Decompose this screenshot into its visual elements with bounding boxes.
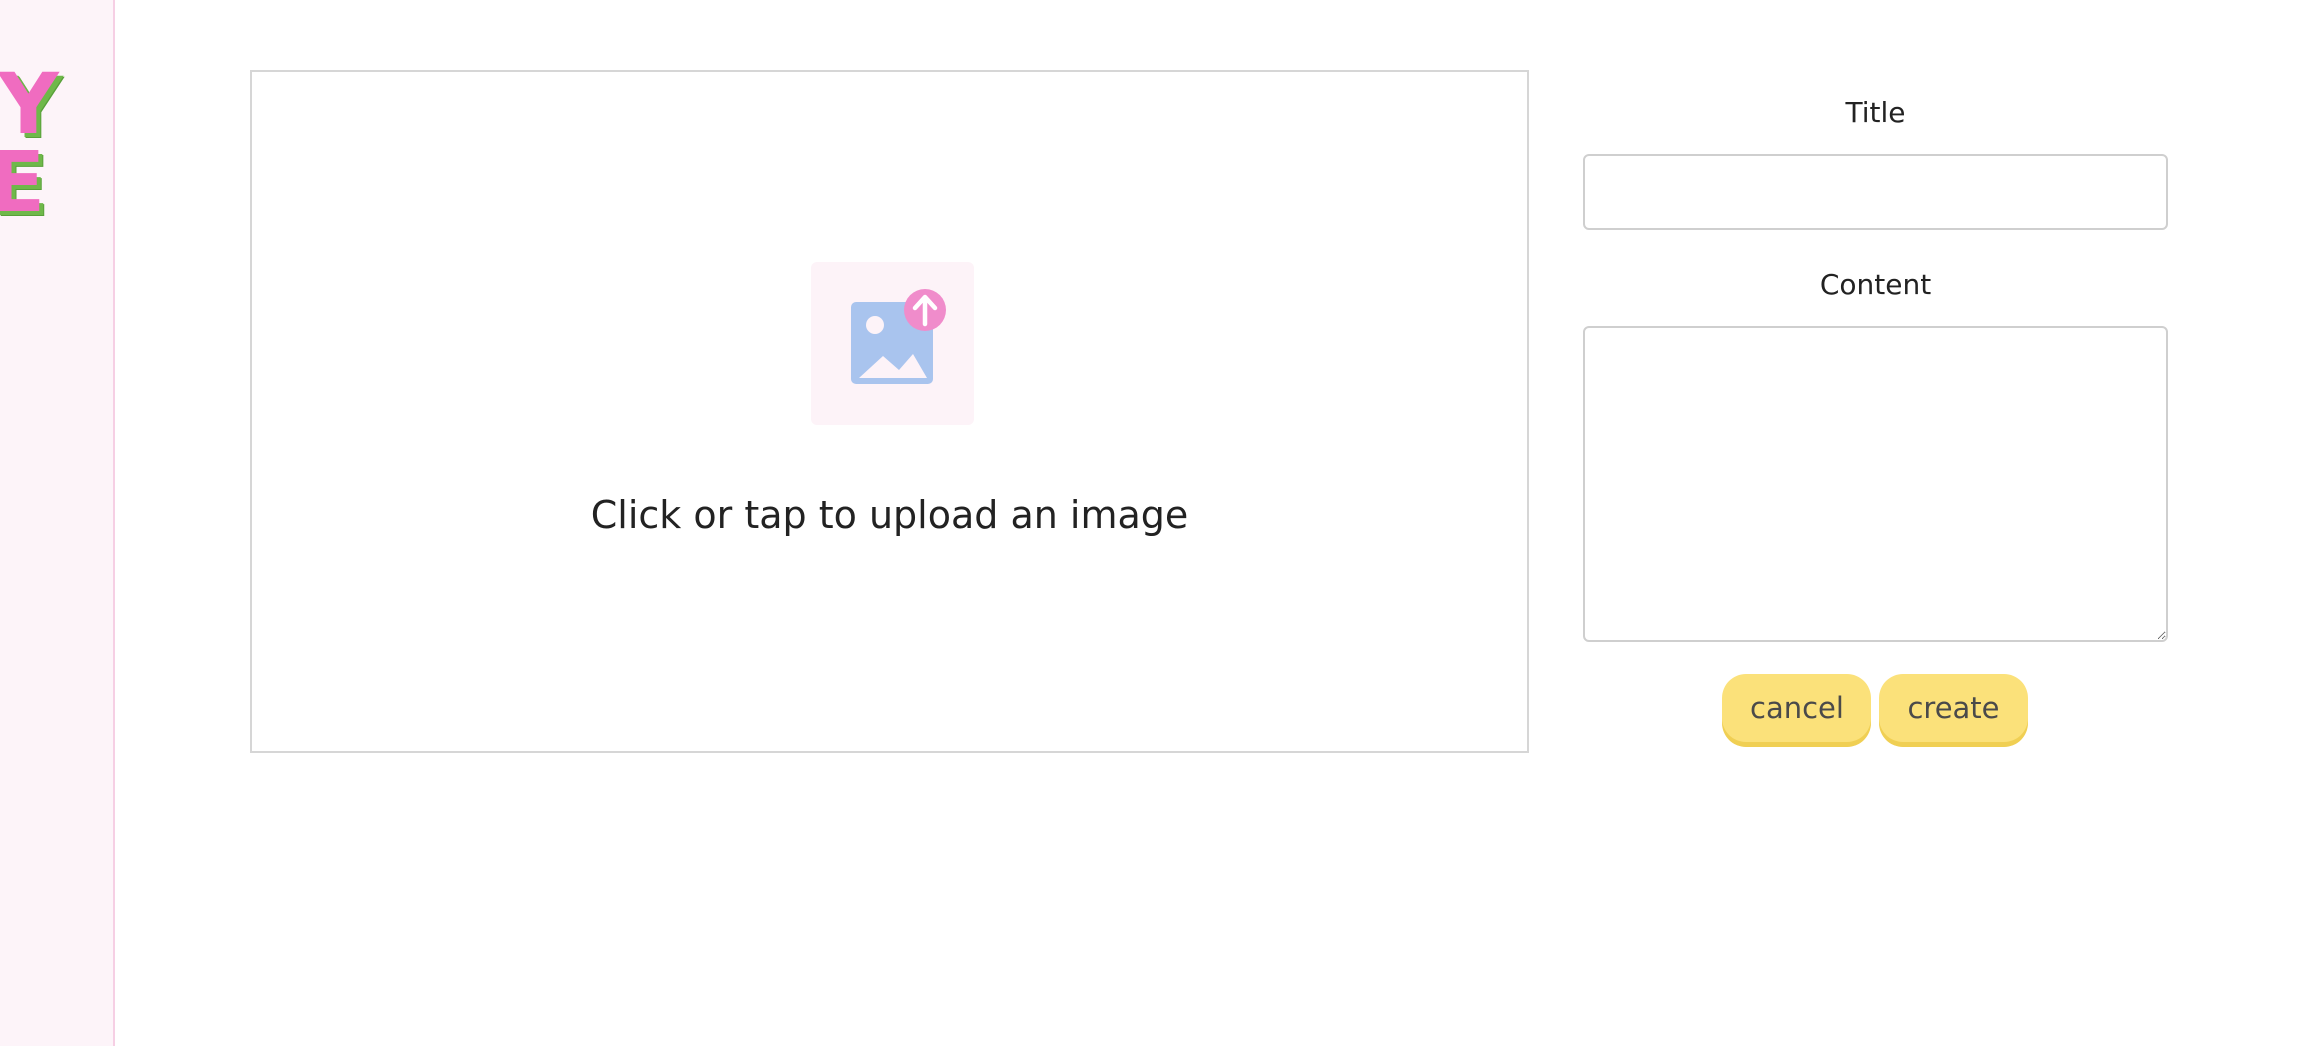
logo-letter-e[interactable]: E [0, 140, 45, 224]
cancel-button[interactable]: cancel [1722, 674, 1871, 742]
title-input[interactable] [1583, 154, 2168, 230]
content-label: Content [1819, 268, 1932, 301]
content-textarea[interactable] [1583, 326, 2168, 642]
upload-prompt: Click or tap to upload an image [590, 493, 1189, 537]
sidebar: Y E [0, 0, 115, 1046]
create-button[interactable]: create [1879, 674, 2028, 742]
image-upload-dropzone[interactable]: Click or tap to upload an image [250, 70, 1529, 753]
title-label: Title [1845, 96, 1906, 129]
image-upload-icon [811, 262, 974, 425]
image-upload-icon-svg [851, 289, 946, 384]
form-actions: cancel create [1722, 674, 2028, 742]
